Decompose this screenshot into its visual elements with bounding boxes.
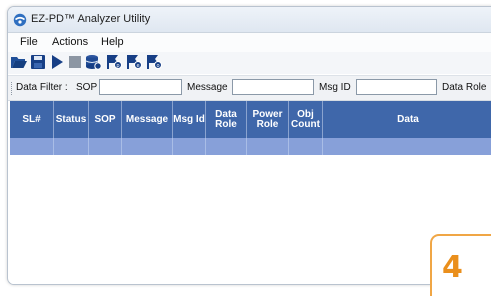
table-cell	[206, 138, 247, 155]
column-header-power-role[interactable]: Power Role	[247, 101, 289, 138]
table-cell	[173, 138, 206, 155]
menu-actions[interactable]: Actions	[52, 36, 88, 48]
table-cell	[247, 138, 289, 155]
app-window: EZ-PD™ Analyzer Utility File Actions Hel…	[7, 6, 491, 285]
msg-id-filter-label: Msg ID	[319, 82, 351, 93]
table-cell	[10, 138, 54, 155]
svg-text:o: o	[156, 63, 159, 69]
table-row[interactable]	[10, 138, 491, 155]
column-header-msg-id[interactable]: Msg Id	[173, 101, 206, 138]
message-filter-label: Message	[187, 82, 228, 93]
step-number: 4	[442, 250, 463, 285]
svg-text:p: p	[116, 63, 119, 69]
message-filter-input[interactable]	[232, 79, 314, 95]
column-header-data-role[interactable]: Data Role	[206, 101, 247, 138]
window-title: EZ-PD™ Analyzer Utility	[31, 13, 151, 25]
stop-icon[interactable]	[68, 54, 82, 70]
table-cell	[122, 138, 173, 155]
column-header-obj-count[interactable]: Obj Count	[289, 101, 323, 138]
column-header-data[interactable]: Data	[323, 101, 491, 138]
title-bar: EZ-PD™ Analyzer Utility	[8, 7, 491, 33]
flag-icon-3[interactable]: o	[146, 54, 163, 70]
menu-help[interactable]: Help	[101, 36, 124, 48]
column-header-sop[interactable]: SOP	[89, 101, 122, 138]
flag-icon-1[interactable]: p	[106, 54, 123, 70]
svg-text:e: e	[136, 63, 139, 69]
menu-bar: File Actions Help	[8, 33, 491, 52]
open-folder-icon[interactable]	[10, 54, 28, 70]
flag-icon-2[interactable]: e	[126, 54, 143, 70]
database-icon[interactable]	[85, 54, 102, 70]
step-number-badge: 4	[430, 234, 491, 296]
table-cell	[289, 138, 323, 155]
data-filter-bar: Data Filter : SOP Message Msg ID Data Ro…	[8, 75, 491, 101]
play-icon[interactable]	[51, 54, 64, 70]
column-header-status[interactable]: Status	[54, 101, 89, 138]
sop-filter-input[interactable]	[99, 79, 182, 95]
message-table: SL# Status SOP Message Msg Id Data Role …	[10, 101, 491, 284]
table-cell	[323, 138, 491, 155]
column-header-message[interactable]: Message	[122, 101, 173, 138]
data-filter-label: Data Filter :	[16, 82, 68, 93]
save-icon[interactable]	[30, 54, 46, 70]
menu-file[interactable]: File	[20, 36, 38, 48]
table-cell	[54, 138, 89, 155]
table-header: SL# Status SOP Message Msg Id Data Role …	[10, 101, 491, 138]
toolbar-grip[interactable]	[11, 82, 13, 95]
msg-id-filter-input[interactable]	[356, 79, 437, 95]
app-logo-icon	[13, 13, 27, 27]
column-header-sl[interactable]: SL#	[10, 101, 54, 138]
table-cell	[89, 138, 122, 155]
toolbar: p e o	[8, 52, 491, 74]
sop-filter-label: SOP	[76, 82, 98, 93]
data-role-filter-label: Data Role	[442, 82, 487, 93]
